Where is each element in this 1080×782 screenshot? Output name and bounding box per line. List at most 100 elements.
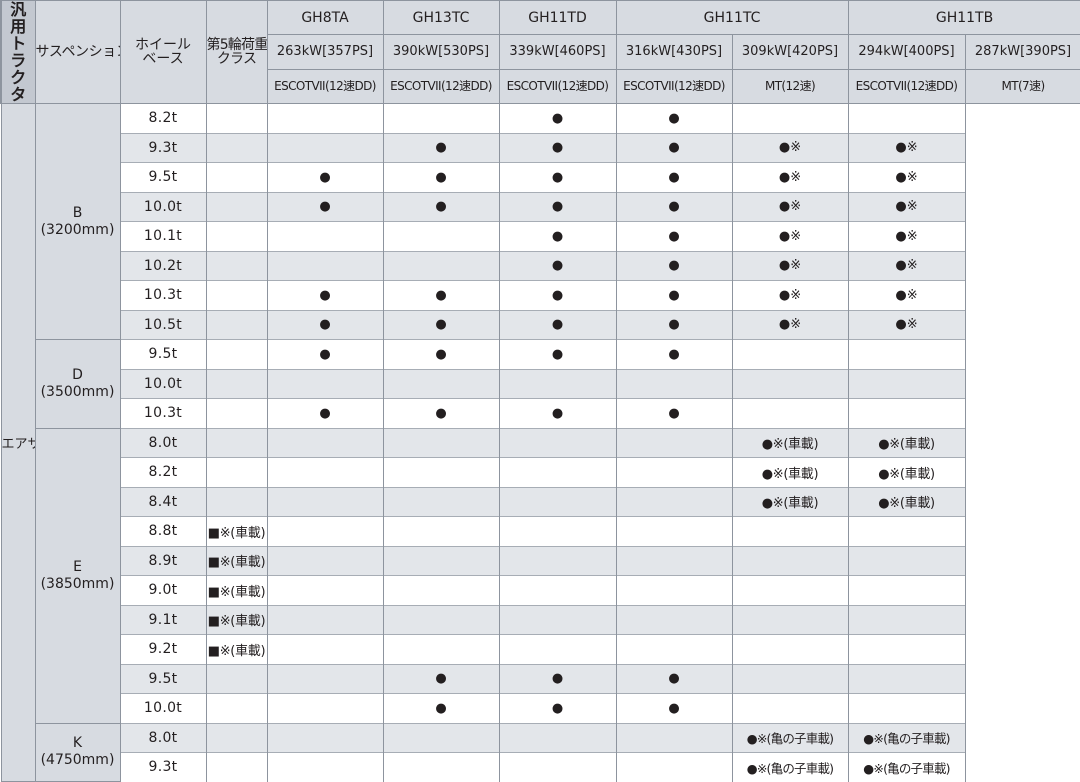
availability-cell: ●※ (731, 191, 849, 222)
wheelbase-code: K (72, 735, 83, 752)
availability-cell (266, 604, 384, 635)
transmission-cell: ESCOTVII(12速DD) (847, 68, 966, 105)
availability-cell: ● (266, 280, 384, 310)
model-gh13tc: GH13TC (382, 0, 500, 36)
availability-cell (382, 103, 500, 133)
availability-cell: ●※(亀の子車載) (847, 722, 966, 753)
load-class-cell: 9.5t (119, 339, 207, 369)
availability-cell (266, 575, 384, 605)
availability-cell (205, 191, 268, 222)
availability-cell: ● (498, 162, 617, 192)
table-row: 10.0t (1, 368, 1080, 399)
availability-cell (382, 604, 500, 635)
table-row: 9.5t ● ● ● ● ●※ ●※ (1, 162, 1080, 192)
availability-cell: ● (382, 309, 500, 340)
wheelbase-cell: D (3500mm) (34, 339, 121, 429)
load-class-cell: 8.2t (119, 103, 207, 133)
availability-cell (731, 634, 849, 664)
availability-cell (615, 368, 733, 399)
availability-cell (847, 545, 966, 576)
availability-cell (205, 132, 268, 163)
availability-cell (266, 132, 384, 163)
availability-cell: ●※ (847, 132, 966, 163)
availability-cell: ● (615, 132, 733, 163)
availability-cell (266, 545, 384, 576)
availability-cell: ●※(車載) (847, 457, 966, 487)
availability-cell (498, 457, 617, 487)
table-row: 10.3t ● ● ● ● ●※ ●※ (1, 280, 1080, 310)
availability-cell: ●※(亀の子車載) (731, 722, 849, 753)
availability-cell: ● (615, 693, 733, 723)
availability-cell (498, 722, 617, 753)
availability-cell: ●※ (847, 191, 966, 222)
availability-cell (847, 368, 966, 399)
availability-cell: ●※ (847, 221, 966, 251)
wheelbase-cell: E (3850mm) (34, 427, 121, 724)
output-cell: 287kW[390PS] (964, 34, 1080, 70)
availability-cell: ● (266, 162, 384, 192)
transmission-cell: ESCOTVII(12速DD) (266, 68, 384, 105)
table-row: D (3500mm) 9.5t ● ● ● ● (1, 339, 1080, 429)
availability-cell (615, 575, 733, 605)
availability-cell: ●※(亀の子車載) (731, 752, 849, 782)
availability-cell (382, 545, 500, 576)
availability-cell (382, 457, 500, 487)
availability-cell (498, 516, 617, 546)
availability-cell: ●※ (731, 309, 849, 340)
availability-cell: ● (382, 398, 500, 428)
availability-cell: ●※ (847, 162, 966, 192)
availability-cell (847, 575, 966, 605)
wheelbase-header: ホイール ベース (119, 0, 207, 104)
availability-cell: ●※(車載) (731, 427, 849, 458)
availability-cell (382, 427, 500, 458)
availability-cell (382, 250, 500, 281)
availability-cell (266, 663, 384, 694)
availability-cell (498, 604, 617, 635)
table-row: 9.3t ● ● ● ●※ ●※ (1, 132, 1080, 163)
availability-cell: ● (615, 250, 733, 281)
load-class-cell: 10.0t (119, 693, 207, 723)
load-class-cell: 10.0t (119, 368, 207, 399)
load-class-header-line2: クラス (216, 51, 257, 67)
availability-cell (847, 516, 966, 546)
availability-cell: ● (266, 398, 384, 428)
availability-cell: ● (382, 663, 500, 694)
table-row: E (3850mm) 8.0t ●※(車載) ●※(車載) (1, 427, 1080, 724)
availability-cell (205, 693, 268, 723)
availability-cell (382, 516, 500, 546)
suspension-cell: エアサス (0, 103, 36, 782)
availability-cell: ●※ (847, 309, 966, 340)
availability-cell (266, 250, 384, 281)
availability-cell: ■※(車載) (205, 575, 268, 605)
output-cell: 339kW[460PS] (498, 34, 617, 70)
output-cell: 390kW[530PS] (382, 34, 500, 70)
load-class-cell: 9.5t (119, 663, 207, 694)
availability-cell (731, 103, 849, 133)
load-class-cell: 9.5t (119, 162, 207, 192)
table-row: 8.2t ●※(車載) ●※(車載) (1, 457, 1080, 487)
availability-cell (615, 486, 733, 517)
table-row: 10.2t ● ● ●※ ●※ (1, 250, 1080, 281)
category-label-text: 汎用トラクタ (10, 0, 27, 104)
availability-cell (731, 693, 849, 723)
table-row: K (4750mm) 8.0t ●※(亀の子車載) ●※(亀の子車載) (1, 722, 1080, 782)
availability-cell (205, 427, 268, 458)
availability-cell: ●※ (731, 250, 849, 281)
availability-cell: ● (498, 398, 617, 428)
availability-cell (847, 663, 966, 694)
availability-cell (266, 693, 384, 723)
model-gh11tc: GH11TC (615, 0, 849, 36)
load-class-cell: 8.0t (119, 722, 207, 753)
model-gh8ta: GH8TA (266, 0, 384, 36)
table-row: 8.4t ●※(車載) ●※(車載) (1, 486, 1080, 517)
table-row: 10.1t ● ● ●※ ●※ (1, 221, 1080, 251)
availability-cell: ● (266, 309, 384, 340)
availability-cell (847, 634, 966, 664)
availability-cell (382, 486, 500, 517)
availability-cell: ● (498, 221, 617, 251)
availability-cell: ●※ (731, 221, 849, 251)
availability-cell: ■※(車載) (205, 516, 268, 546)
wheelbase-header-line2: ベース (142, 51, 184, 67)
availability-cell (205, 250, 268, 281)
table-row: 9.0t ■※(車載) (1, 575, 1080, 605)
